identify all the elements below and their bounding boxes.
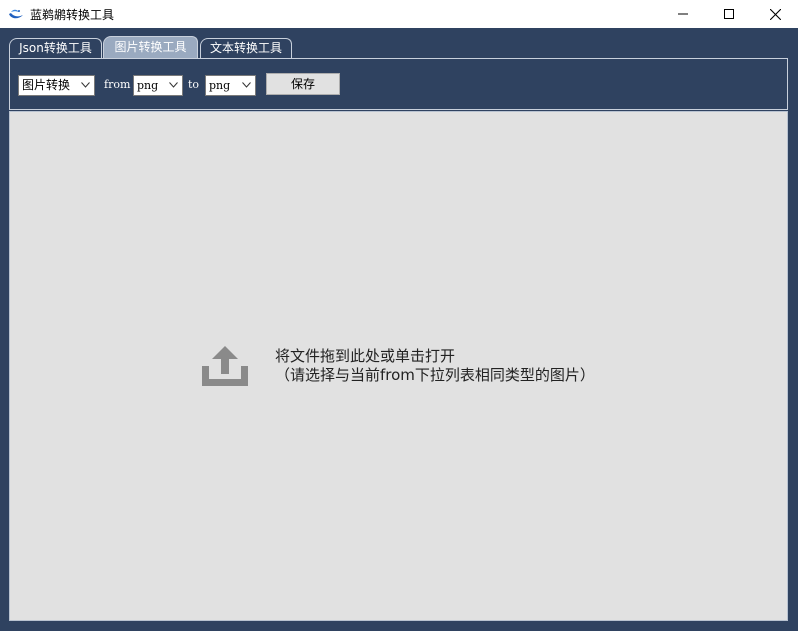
tab-image-converter[interactable]: 图片转换工具 (103, 36, 198, 58)
chevron-down-icon (169, 82, 178, 88)
drop-hint-line2: （请选择与当前from下拉列表相同类型的图片） (275, 366, 595, 384)
file-drop-zone[interactable]: 将文件拖到此处或单击打开 （请选择与当前from下拉列表相同类型的图片） (9, 111, 788, 621)
pelican-logo-icon (8, 6, 24, 22)
title-bar: 蓝鹈鹕转换工具 (0, 0, 798, 28)
chevron-down-icon (81, 82, 90, 88)
from-format-value: png (137, 79, 159, 92)
toolbar: 图片转换 from png to png 保存 (9, 58, 788, 110)
upload-icon (202, 346, 248, 386)
tab-json-converter[interactable]: Json转换工具 (9, 38, 102, 58)
drop-hint-line1: 将文件拖到此处或单击打开 (275, 347, 456, 365)
mode-select-value: 图片转换 (22, 78, 71, 92)
to-format-value: png (209, 79, 231, 92)
tab-bar: Json转换工具 图片转换工具 文本转换工具 (0, 36, 798, 58)
window-title: 蓝鹈鹕转换工具 (30, 7, 115, 22)
to-label: to (188, 78, 200, 91)
from-label: from (104, 78, 131, 91)
drop-hint[interactable]: 将文件拖到此处或单击打开 （请选择与当前from下拉列表相同类型的图片） (200, 344, 595, 388)
close-icon[interactable] (752, 0, 798, 28)
mode-select[interactable]: 图片转换 (18, 75, 95, 96)
tab-text-converter[interactable]: 文本转换工具 (200, 38, 292, 58)
maximize-icon[interactable] (706, 0, 752, 28)
from-format-select[interactable]: png (133, 75, 183, 96)
to-format-select[interactable]: png (205, 75, 256, 96)
chevron-down-icon (242, 82, 251, 88)
save-button[interactable]: 保存 (266, 73, 340, 95)
minimize-icon[interactable] (660, 0, 706, 28)
